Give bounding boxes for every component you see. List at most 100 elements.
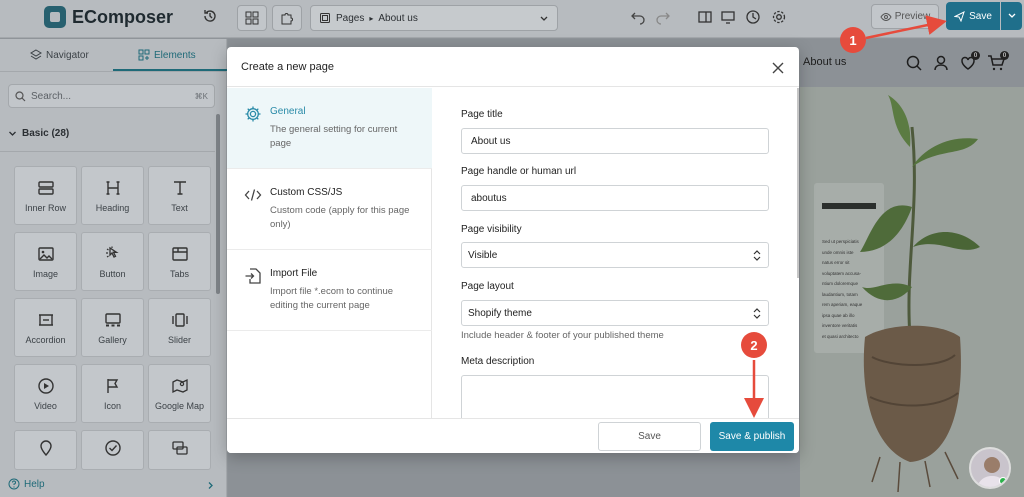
category-label: Basic (28) xyxy=(22,128,70,139)
page-visibility-select[interactable]: Visible xyxy=(461,242,769,268)
modal-nav-general[interactable]: General The general setting for current … xyxy=(227,88,432,169)
save-options-button[interactable] xyxy=(1001,2,1022,30)
ecomposer-logo xyxy=(44,6,66,28)
help-link[interactable]: Help xyxy=(8,478,45,490)
preview-label: Preview xyxy=(894,11,931,22)
modal-form: Page title About us Page handle or human… xyxy=(433,88,799,418)
page-handle-value: aboutus xyxy=(471,192,507,204)
elements-icon xyxy=(138,49,150,61)
hero-image: Sed ut perspiciatis unde omnis iste natus … xyxy=(800,87,1024,497)
modal-header: Create a new page xyxy=(227,47,799,87)
grid-icon xyxy=(245,11,259,25)
page-selector[interactable]: Pages ▸ About us xyxy=(310,5,558,31)
button-icon xyxy=(105,246,119,258)
inner-row-icon xyxy=(37,180,54,195)
tabs-icon xyxy=(171,246,188,261)
element-tile-image[interactable]: Image xyxy=(14,232,77,291)
modal-side-nav: General The general setting for current … xyxy=(227,88,432,418)
modal-nav-import-file[interactable]: Import File Import file *.ecom to contin… xyxy=(227,250,432,331)
page-layout-label: Page layout xyxy=(461,281,514,292)
caret-right-icon: ▸ xyxy=(369,13,374,23)
eye-icon xyxy=(880,12,892,21)
page-handle-input[interactable]: aboutus xyxy=(461,185,769,211)
text-icon xyxy=(173,180,186,195)
code-icon xyxy=(244,189,262,201)
page-title-input[interactable]: About us xyxy=(461,128,769,154)
element-tile-label: Heading xyxy=(95,202,130,213)
chevron-right-icon[interactable] xyxy=(206,481,215,490)
element-tile-text[interactable]: Text xyxy=(148,166,211,225)
element-tile-label: Icon xyxy=(103,400,121,411)
element-tile-slider[interactable]: Slider xyxy=(148,298,211,357)
element-tile-icon[interactable]: Icon xyxy=(81,364,144,423)
element-tile-label: Accordion xyxy=(25,334,66,345)
element-tile-label: Text xyxy=(171,202,188,213)
element-tile-google-map[interactable]: Google Map xyxy=(148,364,211,423)
store-header-preview: About us 0 0 xyxy=(803,47,1021,79)
element-tile-check-circle[interactable] xyxy=(81,430,144,470)
flag-icon xyxy=(106,378,118,393)
sidebar-layout-icon[interactable] xyxy=(697,9,713,25)
support-chat-avatar[interactable] xyxy=(969,447,1011,489)
tab-elements[interactable]: Elements xyxy=(138,49,196,61)
extensions-button[interactable] xyxy=(272,5,302,31)
desktop-view-icon[interactable] xyxy=(720,9,736,25)
top-toolbar: EComposer Pages ▸ About us Preview Save xyxy=(0,0,1024,38)
page-layout-select[interactable]: Shopify theme xyxy=(461,300,769,326)
meta-description-textarea[interactable] xyxy=(461,375,769,418)
panel-scrollbar[interactable] xyxy=(216,114,220,294)
heading-icon xyxy=(106,180,119,195)
page-layout-hint: Include header & footer of your publishe… xyxy=(461,330,664,341)
search-placeholder: Search... xyxy=(31,90,72,102)
preview-button[interactable]: Preview xyxy=(871,4,939,29)
modal-nav-desc: Custom code (apply for this page only) xyxy=(270,205,410,230)
element-tile-label: Gallery xyxy=(98,334,127,345)
chevron-down-icon xyxy=(9,131,16,136)
tab-navigator-label: Navigator xyxy=(46,49,89,61)
element-tile-inner-row[interactable]: Inner Row xyxy=(14,166,77,225)
element-tile-label: Image xyxy=(32,268,58,279)
map-icon xyxy=(171,378,188,393)
element-tile-tabs[interactable]: Tabs xyxy=(148,232,211,291)
element-tile-label: Slider xyxy=(167,334,191,345)
tab-elements-label: Elements xyxy=(154,49,196,61)
tab-navigator[interactable]: Navigator xyxy=(30,49,89,61)
modal-title: Create a new page xyxy=(241,61,334,73)
category-basic[interactable]: Basic (28) xyxy=(8,128,69,139)
element-tile-accordion[interactable]: Accordion xyxy=(14,298,77,357)
page-title-value: About us xyxy=(471,135,511,147)
modal-nav-custom-css-js[interactable]: Custom CSS/JS Custom code (apply for thi… xyxy=(227,169,432,250)
element-search-input[interactable]: Search... ⌘K xyxy=(8,84,215,108)
page-icon xyxy=(320,13,330,23)
save-button[interactable]: Save xyxy=(946,2,1000,30)
element-tile-chat[interactable] xyxy=(148,430,211,470)
element-tile-video[interactable]: Video xyxy=(14,364,77,423)
step-1-marker: 1 xyxy=(840,27,866,53)
gallery-icon xyxy=(104,312,121,326)
category-divider xyxy=(0,151,215,152)
element-tile-button[interactable]: Button xyxy=(81,232,144,291)
save-label: Save xyxy=(969,10,992,22)
modal-nav-title: Import File xyxy=(270,268,318,279)
history-icon[interactable] xyxy=(202,8,218,24)
element-tile-location-pin[interactable] xyxy=(14,430,77,470)
select-arrows-icon xyxy=(753,308,761,319)
element-tile-heading[interactable]: Heading xyxy=(81,166,144,225)
redo-icon[interactable] xyxy=(655,9,671,25)
layout-grid-button[interactable] xyxy=(237,5,267,31)
online-status-dot xyxy=(999,477,1007,485)
plant-illustration xyxy=(860,95,980,493)
undo-icon[interactable] xyxy=(630,9,646,25)
save-and-publish-button[interactable]: Save & publish xyxy=(710,422,794,451)
modal-save-button[interactable]: Save xyxy=(598,422,701,451)
cart-count-badge: 0 xyxy=(1000,51,1009,60)
modal-scrollbar[interactable] xyxy=(797,88,799,278)
element-tile-label: Google Map xyxy=(154,400,205,411)
search-icon xyxy=(906,55,922,71)
element-tile-gallery[interactable]: Gallery xyxy=(81,298,144,357)
settings-gear-icon[interactable] xyxy=(771,9,787,25)
element-tile-label: Inner Row xyxy=(24,202,67,213)
close-icon[interactable] xyxy=(771,61,785,75)
search-icon xyxy=(15,90,26,101)
clock-icon[interactable] xyxy=(745,9,761,25)
